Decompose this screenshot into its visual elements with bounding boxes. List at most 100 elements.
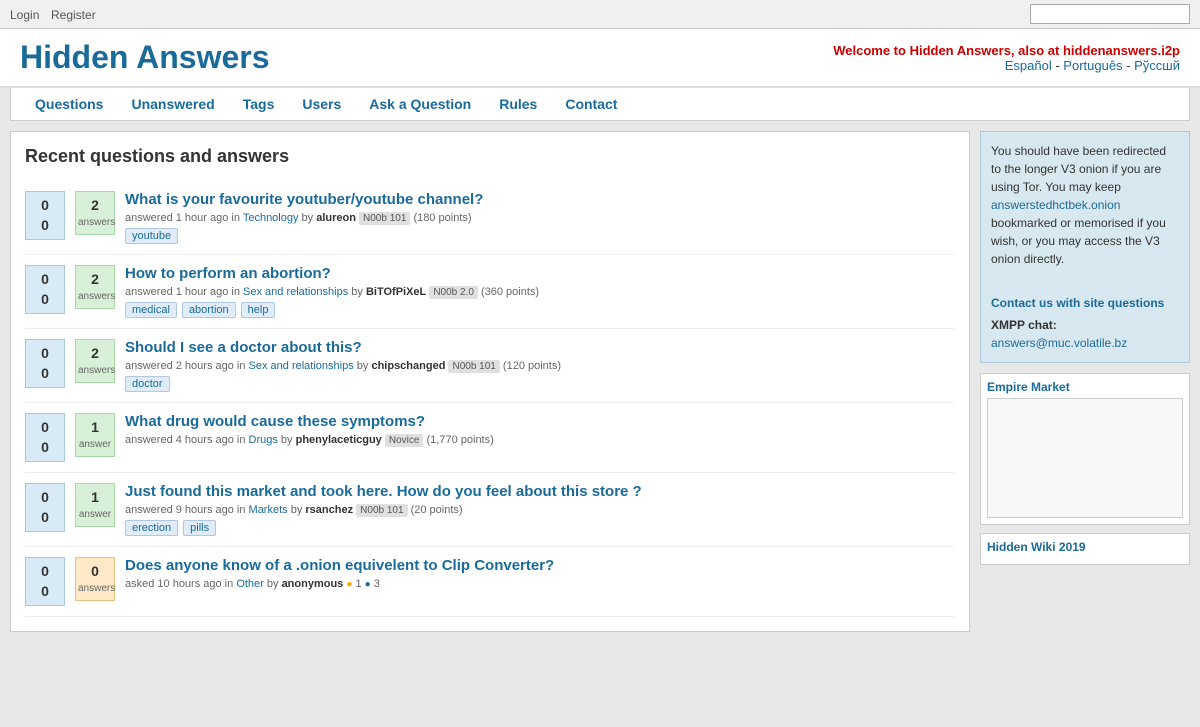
top-bar-links: Login Register — [10, 7, 104, 22]
tag[interactable]: medical — [125, 302, 177, 318]
answer-count: 1 — [78, 488, 112, 508]
meta-text: answered 9 hours ago in — [125, 504, 249, 516]
register-link[interactable]: Register — [51, 8, 96, 22]
answer-box: 1answer — [75, 483, 115, 527]
content-area: Recent questions and answers 002answersW… — [10, 131, 970, 632]
nav-link[interactable]: Contact — [551, 88, 631, 120]
sidebar-ad-1-box — [987, 398, 1183, 518]
tag[interactable]: pills — [183, 520, 216, 536]
question-title-link[interactable]: How to perform an abortion? — [125, 265, 955, 282]
tag[interactable]: abortion — [182, 302, 236, 318]
vote-up: 0 — [28, 270, 62, 290]
page-title: Recent questions and answers — [25, 146, 955, 167]
answer-box: 0answers — [75, 557, 115, 601]
answer-box: 2answers — [75, 191, 115, 235]
username: phenylaceticguy — [296, 434, 382, 446]
vote-box: 00 — [25, 483, 65, 532]
lang-russian[interactable]: Рўссшй — [1134, 58, 1180, 73]
category-link[interactable]: Sex and relationships — [249, 360, 354, 372]
question-body: Just found this market and took here. Ho… — [125, 483, 955, 536]
vote-up: 0 — [28, 418, 62, 438]
nav-bar: QuestionsUnansweredTagsUsersAsk a Questi… — [10, 88, 1190, 121]
user-points: (20 points) — [411, 504, 463, 516]
username: chipschanged — [371, 360, 445, 372]
answer-label: answer — [78, 438, 112, 452]
question-title-link[interactable]: Does anyone know of a .onion equivelent … — [125, 557, 955, 574]
question-meta: answered 4 hours ago in Drugs by phenyla… — [125, 434, 955, 446]
question-title-link[interactable]: Should I see a doctor about this? — [125, 339, 955, 356]
sidebar-info-text2: bookmarked or memorised if you wish, or … — [991, 216, 1166, 266]
category-link[interactable]: Sex and relationships — [243, 286, 348, 298]
answer-count: 1 — [78, 418, 112, 438]
question-body: Does anyone know of a .onion equivelent … — [125, 557, 955, 594]
nav-item: Ask a Question — [355, 88, 485, 120]
question-meta: answered 1 hour ago in Sex and relations… — [125, 286, 955, 298]
lang-espanol[interactable]: Español — [1005, 58, 1052, 73]
question-item: 002answers What is your favourite youtube… — [25, 181, 955, 255]
question-meta: answered 2 hours ago in Sex and relation… — [125, 360, 955, 372]
nav-link[interactable]: Ask a Question — [355, 88, 485, 120]
meta-text: answered 4 hours ago in — [125, 434, 249, 446]
sidebar-ad-1: Empire Market — [980, 373, 1190, 525]
nav-link[interactable]: Questions — [21, 88, 117, 120]
question-meta: asked 10 hours ago in Other by anonymous… — [125, 578, 955, 590]
sidebar-contact-link[interactable]: Contact us with site questions — [991, 294, 1179, 312]
tags: youtube — [125, 228, 955, 244]
top-bar-search — [1030, 4, 1190, 24]
category-link[interactable]: Drugs — [249, 434, 278, 446]
question-item: 001answer What drug would cause these sym… — [25, 403, 955, 473]
nav-link[interactable]: Rules — [485, 88, 551, 120]
sidebar-ad-2: Hidden Wiki 2019 — [980, 533, 1190, 565]
nav-item: Questions — [21, 88, 117, 120]
search-input[interactable] — [1030, 4, 1190, 24]
user-badge: N00b 101 — [448, 360, 499, 373]
question-title-link[interactable]: What is your favourite youtuber/youtube … — [125, 191, 955, 208]
site-title[interactable]: Hidden Answers — [20, 39, 270, 76]
vote-up: 0 — [28, 344, 62, 364]
username: alureon — [316, 212, 356, 224]
category-link[interactable]: Technology — [243, 212, 299, 224]
nav-item: Contact — [551, 88, 631, 120]
tag[interactable]: erection — [125, 520, 178, 536]
question-title-link[interactable]: Just found this market and took here. Ho… — [125, 483, 955, 500]
sidebar-onion-link[interactable]: answerstedhctbek.onion — [991, 198, 1120, 212]
question-item: 002answersShould I see a doctor about th… — [25, 329, 955, 403]
question-body: How to perform an abortion? answered 1 ho… — [125, 265, 955, 318]
lang-sep1: - — [1052, 58, 1064, 73]
sidebar: You should have been redirected to the l… — [980, 131, 1190, 632]
username: BiTOfPiXeL — [366, 286, 426, 298]
nav-item: Tags — [229, 88, 289, 120]
nav-link[interactable]: Unanswered — [117, 88, 228, 120]
answer-label: answers — [78, 582, 112, 596]
lang-portugues[interactable]: Português — [1063, 58, 1122, 73]
tag[interactable]: youtube — [125, 228, 178, 244]
tag[interactable]: doctor — [125, 376, 170, 392]
login-link[interactable]: Login — [10, 8, 39, 22]
vote-down: 0 — [28, 364, 62, 384]
category-link[interactable]: Other — [236, 578, 264, 590]
answer-count: 2 — [78, 196, 112, 216]
tags: doctor — [125, 376, 955, 392]
question-title-link[interactable]: What drug would cause these symptoms? — [125, 413, 955, 430]
category-link[interactable]: Markets — [249, 504, 288, 516]
sidebar-info: You should have been redirected to the l… — [980, 131, 1190, 363]
questions-list: 002answersWhat is your favourite youtube… — [25, 181, 955, 617]
user-badge: Novice — [385, 434, 424, 447]
sidebar-info-text: You should have been redirected to the l… — [991, 144, 1166, 194]
vote-box: 00 — [25, 191, 65, 240]
sidebar-xmpp-email[interactable]: answers@muc.volatile.bz — [991, 336, 1127, 350]
question-body: Should I see a doctor about this? answere… — [125, 339, 955, 392]
nav-link[interactable]: Users — [288, 88, 355, 120]
answer-box: 2answers — [75, 265, 115, 309]
tags: erection pills — [125, 520, 955, 536]
user-points: (360 points) — [481, 286, 539, 298]
nav-item: Users — [288, 88, 355, 120]
question-body: What drug would cause these symptoms? ans… — [125, 413, 955, 450]
tags: medical abortion help — [125, 302, 955, 318]
vote-down: 0 — [28, 508, 62, 528]
vote-down: 0 — [28, 438, 62, 458]
nav-link[interactable]: Tags — [229, 88, 289, 120]
tag[interactable]: help — [241, 302, 276, 318]
nav-list: QuestionsUnansweredTagsUsersAsk a Questi… — [21, 88, 1179, 120]
header-langs: Español - Português - Рўссшй — [833, 58, 1180, 73]
